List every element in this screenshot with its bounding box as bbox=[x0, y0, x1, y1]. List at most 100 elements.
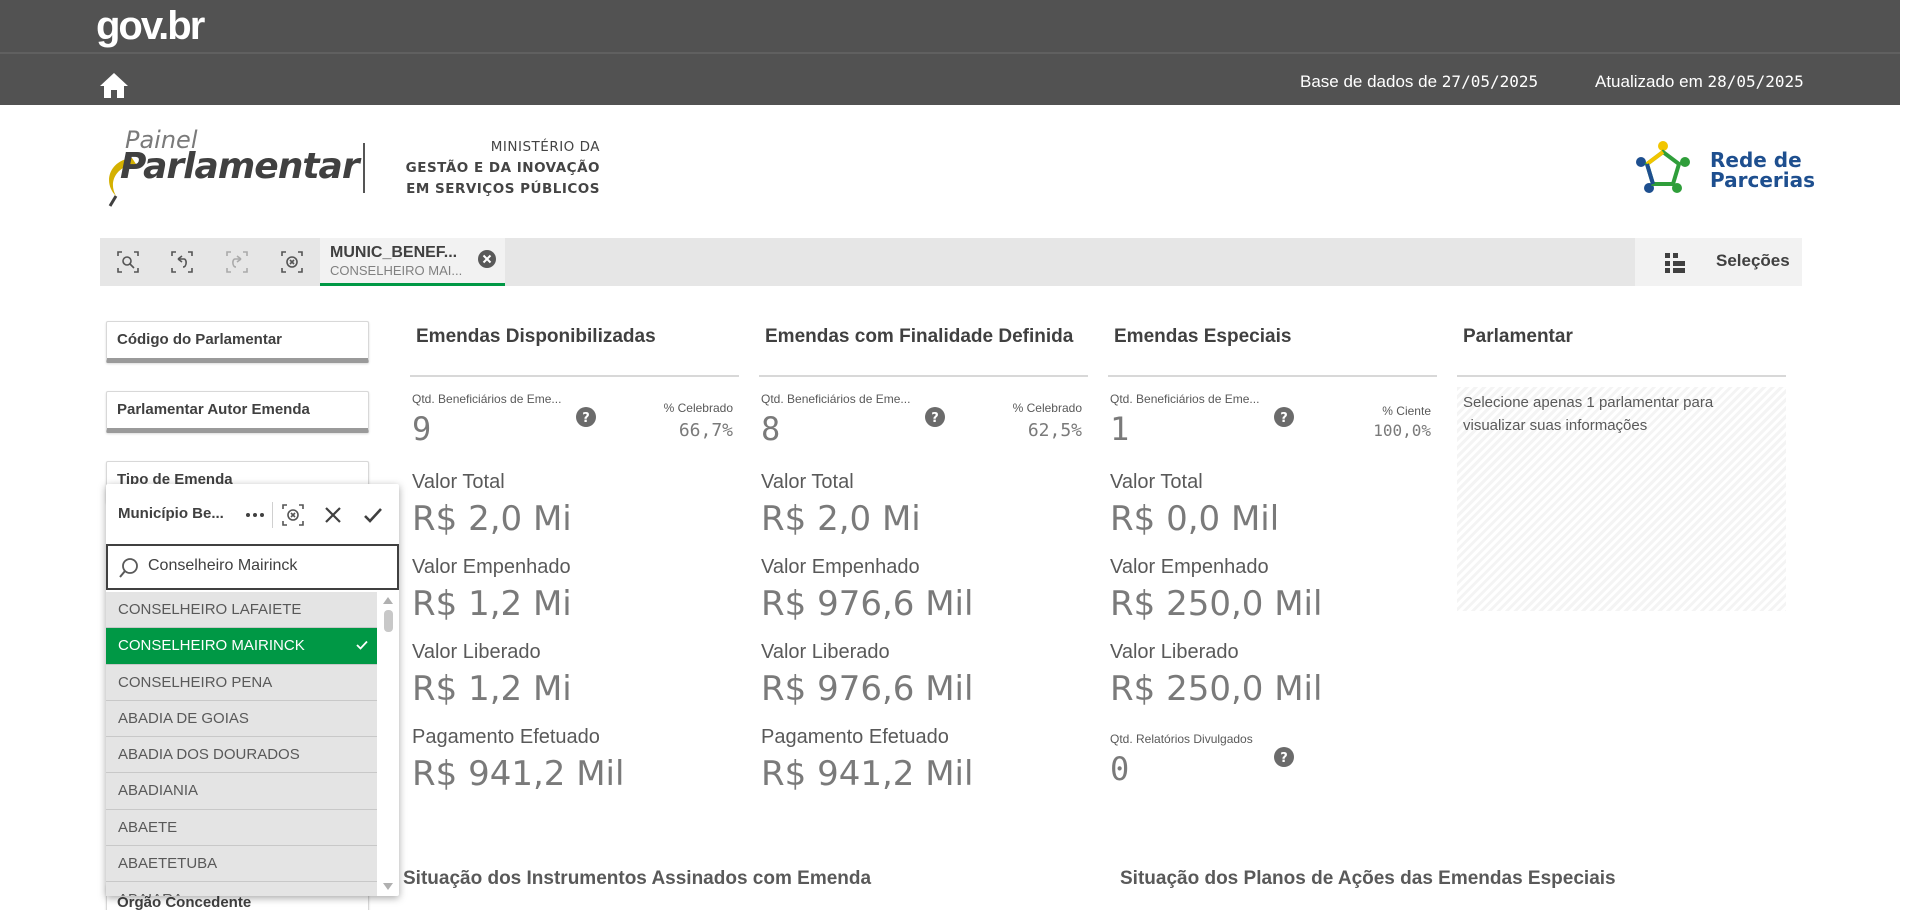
govbr-logo[interactable]: gov.br bbox=[96, 4, 205, 49]
filter-codigo-parlamentar[interactable]: Código do Parlamentar bbox=[106, 321, 369, 363]
kpi-value: R$ 0,0 Mil bbox=[1110, 499, 1280, 539]
selections-button[interactable]: Seleções bbox=[1635, 238, 1802, 286]
smart-search-icon[interactable] bbox=[116, 250, 140, 274]
step-back-icon[interactable] bbox=[170, 250, 194, 274]
kpi-value: R$ 2,0 Mi bbox=[412, 499, 572, 539]
parlamentar-message: Selecione apenas 1 parlamentar para visu… bbox=[1463, 394, 1714, 434]
list-item-label: ABAETE bbox=[118, 818, 178, 836]
step-forward-icon[interactable] bbox=[225, 250, 249, 274]
filter-label: Parlamentar Autor Emenda bbox=[117, 401, 310, 418]
list-item-label: CONSELHEIRO PENA bbox=[118, 673, 273, 691]
municipio-listbox-popup: Município Be... CONSELHEIRO LAFAIETECONS… bbox=[106, 484, 399, 896]
list-scrollbar[interactable] bbox=[379, 592, 397, 896]
confirm-check-icon[interactable] bbox=[360, 502, 386, 528]
selections-bar: MUNIC_BENEF... CONSELHEIRO MAI... Seleçõ… bbox=[100, 238, 1802, 286]
kpi-label: Valor Empenhado bbox=[1110, 556, 1269, 578]
qtd-relatorios-label: Qtd. Relatórios Divulgados bbox=[1110, 732, 1253, 746]
list-item-label: ABADIANIA bbox=[118, 782, 199, 800]
help-icon[interactable]: ? bbox=[576, 407, 596, 427]
help-icon[interactable]: ? bbox=[925, 407, 945, 427]
help-icon[interactable]: ? bbox=[1274, 747, 1294, 767]
list-item[interactable]: CONSELHEIRO MAIRINCK bbox=[106, 628, 377, 665]
updated-date: Atualizado em 28/05/2025 bbox=[1595, 72, 1804, 92]
col-divider bbox=[1457, 375, 1786, 377]
more-options-icon[interactable] bbox=[242, 502, 268, 528]
selections-label: Seleções bbox=[1716, 251, 1790, 270]
list-item[interactable]: ABAETE bbox=[106, 809, 377, 847]
search-icon bbox=[119, 558, 138, 578]
home-icon[interactable] bbox=[98, 70, 130, 100]
kpi-value: R$ 976,6 Mil bbox=[761, 584, 974, 624]
clear-selection-icon[interactable] bbox=[280, 502, 306, 528]
popup-separator bbox=[272, 502, 273, 528]
kpi-value: R$ 250,0 Mil bbox=[1110, 669, 1323, 709]
selected-check-icon bbox=[356, 641, 368, 651]
header-divider bbox=[0, 52, 1900, 54]
ministry-line-2: GESTÃO E DA INOVAÇÃO bbox=[405, 160, 600, 176]
pct-ciente-value: 100,0% bbox=[1373, 421, 1431, 440]
cancel-icon[interactable] bbox=[320, 502, 346, 528]
list-item[interactable]: ABADIA DOS DOURADOS bbox=[106, 737, 377, 774]
list-item[interactable]: ABADIANIA bbox=[106, 773, 377, 810]
selections-grid-icon bbox=[1665, 253, 1685, 273]
qtd-beneficiarios-label: Qtd. Beneficiários de Eme... bbox=[761, 392, 911, 406]
col-parlamentar-title: Parlamentar bbox=[1463, 326, 1573, 347]
kpi-label: Valor Total bbox=[1110, 471, 1203, 493]
list-item-label: ABAETETUBA bbox=[118, 855, 218, 873]
filter-label: Órgão Concedente bbox=[117, 894, 252, 910]
clear-all-icon[interactable] bbox=[280, 250, 304, 274]
pct-celebrado-value: 66,7% bbox=[678, 420, 733, 441]
ministry-logo: MINISTÉRIO DA GESTÃO E DA INOVAÇÃO EM SE… bbox=[400, 137, 600, 200]
col-divider bbox=[410, 375, 739, 377]
rede-parcerias-icon bbox=[1636, 141, 1690, 193]
list-item-label: ABAIARA bbox=[118, 891, 183, 896]
list-item[interactable]: CONSELHEIRO LAFAIETE bbox=[106, 592, 377, 629]
list-item[interactable]: CONSELHEIRO PENA bbox=[106, 664, 377, 701]
selection-chip-value: CONSELHEIRO MAI... bbox=[330, 263, 463, 278]
svg-text:?: ? bbox=[1280, 411, 1288, 426]
search-input[interactable] bbox=[148, 557, 388, 575]
scroll-up-icon[interactable] bbox=[382, 595, 394, 605]
municipio-list: CONSELHEIRO LAFAIETE CONSELHEIRO MAIRINCK… bbox=[106, 592, 377, 896]
help-icon[interactable]: ? bbox=[1274, 407, 1294, 427]
scroll-down-icon[interactable] bbox=[382, 882, 394, 892]
search-box[interactable] bbox=[106, 544, 399, 590]
filter-parlamentar-autor[interactable]: Parlamentar Autor Emenda bbox=[106, 391, 369, 433]
selection-chip-field: MUNIC_BENEF... bbox=[330, 244, 458, 261]
col-finalidade-title: Emendas com Finalidade Definida bbox=[765, 326, 1074, 347]
ministry-line-3: EM SERVIÇOS PÚBLICOS bbox=[406, 181, 600, 197]
section-planos-title: Situação dos Planos de Ações das Emendas… bbox=[1120, 868, 1616, 889]
kpi-value: R$ 941,2 Mil bbox=[412, 754, 625, 794]
kpi-label: Valor Empenhado bbox=[761, 556, 920, 578]
pct-celebrado-label: % Celebrado bbox=[663, 401, 733, 415]
pct-celebrado-value: 62,5% bbox=[1027, 420, 1082, 441]
scroll-thumb[interactable] bbox=[384, 610, 393, 632]
list-item[interactable]: ABAETETUBA bbox=[106, 846, 377, 883]
kpi-label: Valor Liberado bbox=[761, 641, 890, 663]
updated-date-value: 28/05/2025 bbox=[1707, 72, 1804, 91]
pct-ciente-label: % Ciente bbox=[1382, 404, 1431, 418]
list-item-label: CONSELHEIRO LAFAIETE bbox=[118, 601, 302, 618]
parlamentar-info-box: Selecione apenas 1 parlamentar para visu… bbox=[1457, 387, 1786, 611]
list-item-label: CONSELHEIRO MAIRINCK bbox=[118, 637, 305, 655]
clear-selection-icon[interactable] bbox=[477, 249, 497, 269]
list-item[interactable]: ABADIA DE GOIAS bbox=[106, 700, 377, 738]
col-especiais-title: Emendas Especiais bbox=[1114, 326, 1292, 347]
page-right-margin bbox=[1900, 0, 1919, 910]
kpi-label: Pagamento Efetuado bbox=[761, 726, 949, 748]
kpi-value: R$ 2,0 Mi bbox=[761, 499, 921, 539]
list-item[interactable]: ABAIARA bbox=[106, 882, 377, 896]
kpi-label: Valor Total bbox=[761, 471, 854, 493]
qtd-beneficiarios-label: Qtd. Beneficiários de Eme... bbox=[412, 392, 562, 406]
selection-chip[interactable]: MUNIC_BENEF... CONSELHEIRO MAI... bbox=[320, 238, 505, 286]
ministry-line-1: MINISTÉRIO DA bbox=[490, 139, 600, 155]
list-item-label: ABADIA DOS DOURADOS bbox=[118, 746, 300, 764]
database-date: Base de dados de 27/05/2025 bbox=[1300, 72, 1538, 92]
database-date-value: 27/05/2025 bbox=[1441, 72, 1539, 91]
filter-label: Código do Parlamentar bbox=[117, 331, 283, 348]
kpi-label: Pagamento Efetuado bbox=[412, 726, 600, 748]
list-item-label: ABADIA DE GOIAS bbox=[118, 709, 249, 727]
kpi-value: R$ 1,2 Mi bbox=[412, 584, 572, 624]
svg-text:?: ? bbox=[931, 411, 939, 426]
kpi-label: Valor Liberado bbox=[1110, 641, 1239, 663]
